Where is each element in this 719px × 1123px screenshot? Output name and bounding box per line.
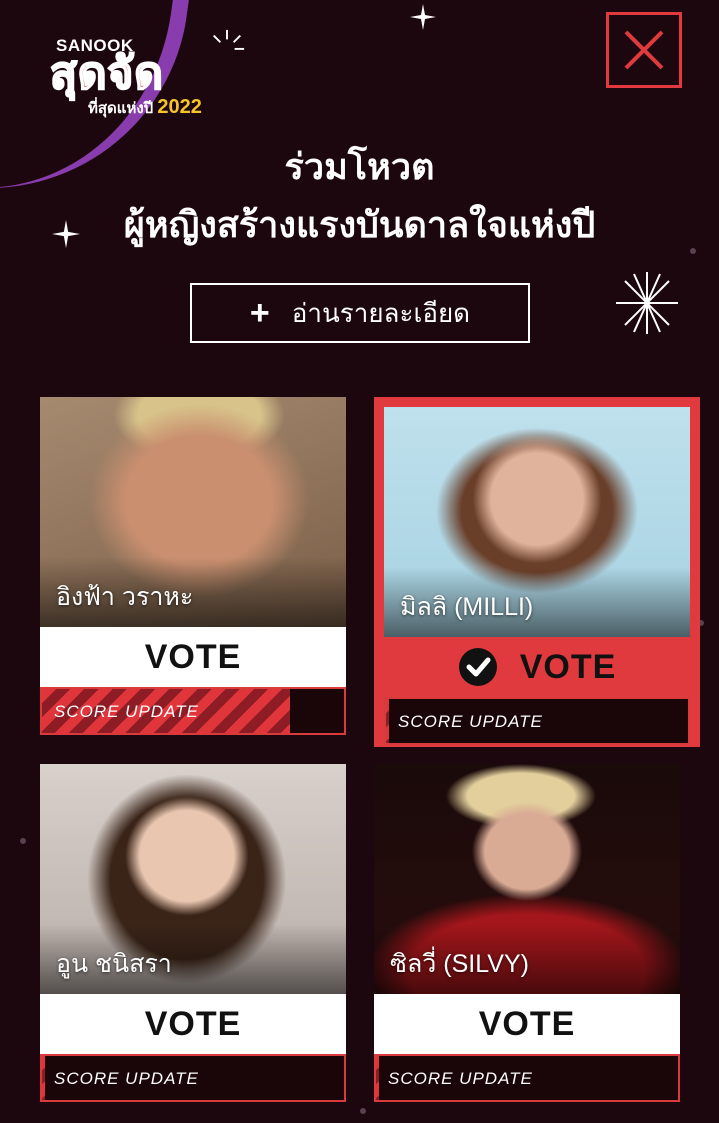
read-more-button[interactable]: + อ่านรายละเอียด (190, 283, 530, 343)
vote-button[interactable]: VOTE (40, 627, 346, 687)
page-title-line1: ร่วมโหวต (284, 146, 435, 187)
check-icon (458, 648, 497, 686)
vote-label: VOTE (144, 637, 242, 676)
score-label: SCORE UPDATE (54, 702, 199, 721)
score-fill (376, 1056, 380, 1100)
logo-sub: ที่สุดแห่งปี 2022 (88, 96, 202, 120)
sanook-logo: SANOOK สุดจัด ที่สุดแห่งปี 2022 (48, 22, 245, 122)
vote-label: VOTE (144, 1004, 242, 1043)
candidate-photo: อูน ชนิสรา (40, 764, 346, 994)
vote-label: VOTE (478, 1004, 576, 1043)
candidate-photo: อิงฟ้า วราหะ (40, 397, 346, 627)
score-label: SCORE UPDATE (398, 712, 543, 731)
page-title-line2: ผู้หญิงสร้างแรงบันดาลใจแห่งปี (123, 204, 596, 245)
score-label: SCORE UPDATE (54, 1069, 199, 1088)
candidate-name: อูน ชนิสรา (56, 950, 172, 978)
vote-button[interactable]: VOTE (40, 994, 346, 1054)
vote-label: VOTE (519, 647, 617, 686)
score-bar: SCORE UPDATE (374, 1054, 680, 1102)
score-bar: SCORE UPDATE (384, 697, 690, 745)
starburst-icon (616, 272, 678, 334)
decor-dot (360, 1108, 366, 1114)
logo-sub-text: ที่สุดแห่งปี (88, 100, 154, 117)
logo-main: สุดจัด (49, 49, 164, 98)
candidate-name: อิงฟ้า วราหะ (56, 583, 194, 611)
plus-icon: + (249, 294, 270, 332)
score-fill (386, 699, 390, 743)
score-bar: SCORE UPDATE (40, 1054, 346, 1102)
candidate-photo: มิลลิ (MILLI) (384, 407, 690, 637)
vote-button[interactable]: VOTE (374, 994, 680, 1054)
score-label: SCORE UPDATE (388, 1069, 533, 1088)
logo-year: 2022 (157, 96, 202, 118)
sparkle-icon (410, 4, 436, 30)
burst-icon (213, 29, 245, 50)
close-button[interactable] (606, 12, 682, 88)
vote-button[interactable]: VOTE (384, 637, 690, 697)
decor-dot (20, 838, 26, 844)
score-fill (42, 1056, 46, 1100)
candidate-photo: ซิลวี่ (SILVY) (374, 764, 680, 994)
score-bar: SCORE UPDATE (40, 687, 346, 735)
close-icon (624, 30, 664, 70)
candidate-name: ซิลวี่ (SILVY) (390, 950, 529, 978)
candidate-name: มิลลิ (MILLI) (400, 593, 534, 621)
read-more-label: อ่านรายละเอียด (291, 297, 471, 328)
